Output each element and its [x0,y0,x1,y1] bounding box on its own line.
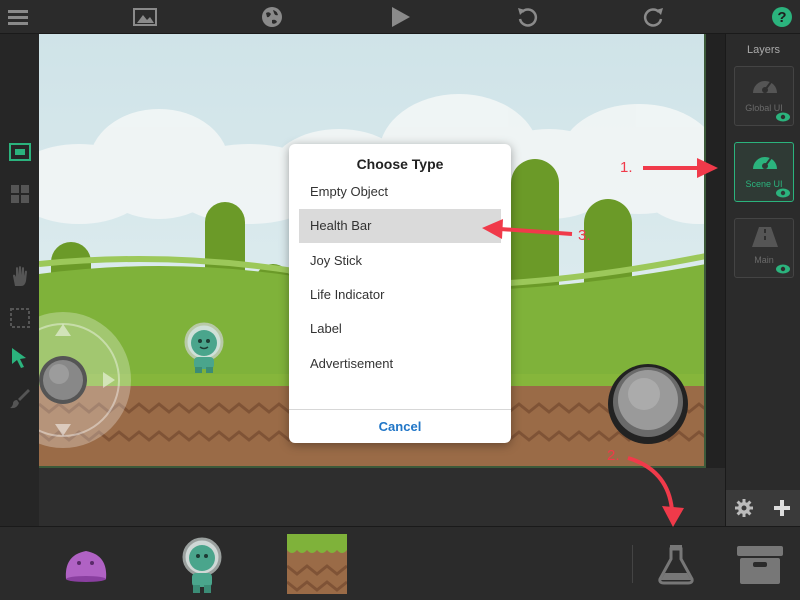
brush-icon[interactable] [6,384,34,412]
eye-icon[interactable] [776,112,790,122]
plus-icon[interactable] [772,498,792,518]
option-label[interactable]: Label [299,312,501,346]
joystick-control[interactable] [39,310,139,450]
dashboard-icon [753,81,777,93]
gear-icon[interactable] [734,498,754,518]
cancel-button[interactable]: Cancel [289,410,511,443]
astronaut-sprite[interactable] [182,322,226,374]
scene-footer-area [39,468,725,526]
redo-icon[interactable] [640,3,668,31]
option-life-indicator[interactable]: Life Indicator [299,278,501,312]
annotation-label-2: 2. [607,447,620,464]
layers-title: Layers [746,44,781,56]
svg-text:?: ? [777,9,786,26]
globe-icon[interactable] [258,3,286,31]
flask-icon[interactable] [656,543,696,585]
layers-panel: Layers Global UI Scene UI Main [725,34,800,526]
annotation-label-3: 3. [578,227,591,244]
layers-panel-footer [726,490,800,526]
grid-icon[interactable] [6,180,34,208]
archive-icon[interactable] [735,542,785,586]
frame-icon[interactable] [6,138,34,166]
help-icon[interactable]: ? [768,3,796,31]
eye-icon[interactable] [776,264,790,274]
asset-palette [0,526,800,600]
tool-strip [0,34,39,526]
option-empty-object[interactable]: Empty Object [299,175,501,209]
option-advertisement[interactable]: Advertisement [299,347,501,381]
dialog-title: Choose Type [356,156,444,172]
image-icon[interactable] [131,3,159,31]
dashboard-icon [753,157,777,169]
layer-global-ui[interactable]: Global UI [734,66,794,126]
play-icon[interactable] [386,3,414,31]
annotation-label-1: 1. [620,159,633,176]
action-button[interactable] [606,362,690,446]
choose-type-dialog: Choose Type Empty Object Health Bar Joy … [289,144,511,443]
palette-divider [632,545,633,583]
ground-tile-icon[interactable] [287,534,347,594]
top-toolbar: ? [0,0,800,34]
option-joy-stick[interactable]: Joy Stick [299,244,501,278]
slime-enemy-icon[interactable] [62,545,110,585]
option-health-bar[interactable]: Health Bar [299,209,501,243]
undo-icon[interactable] [513,3,541,31]
eye-icon[interactable] [776,188,790,198]
layer-main[interactable]: Main [734,218,794,278]
road-icon [752,227,778,247]
selection-icon[interactable] [6,304,34,332]
astronaut-character-icon[interactable] [180,537,224,595]
layer-scene-ui[interactable]: Scene UI [734,142,794,202]
hand-icon[interactable] [6,262,34,290]
editor-app: ? Layers Global UI Scene UI Main Choose … [0,0,800,600]
pointer-icon[interactable] [6,344,34,372]
menu-icon[interactable] [4,3,32,31]
